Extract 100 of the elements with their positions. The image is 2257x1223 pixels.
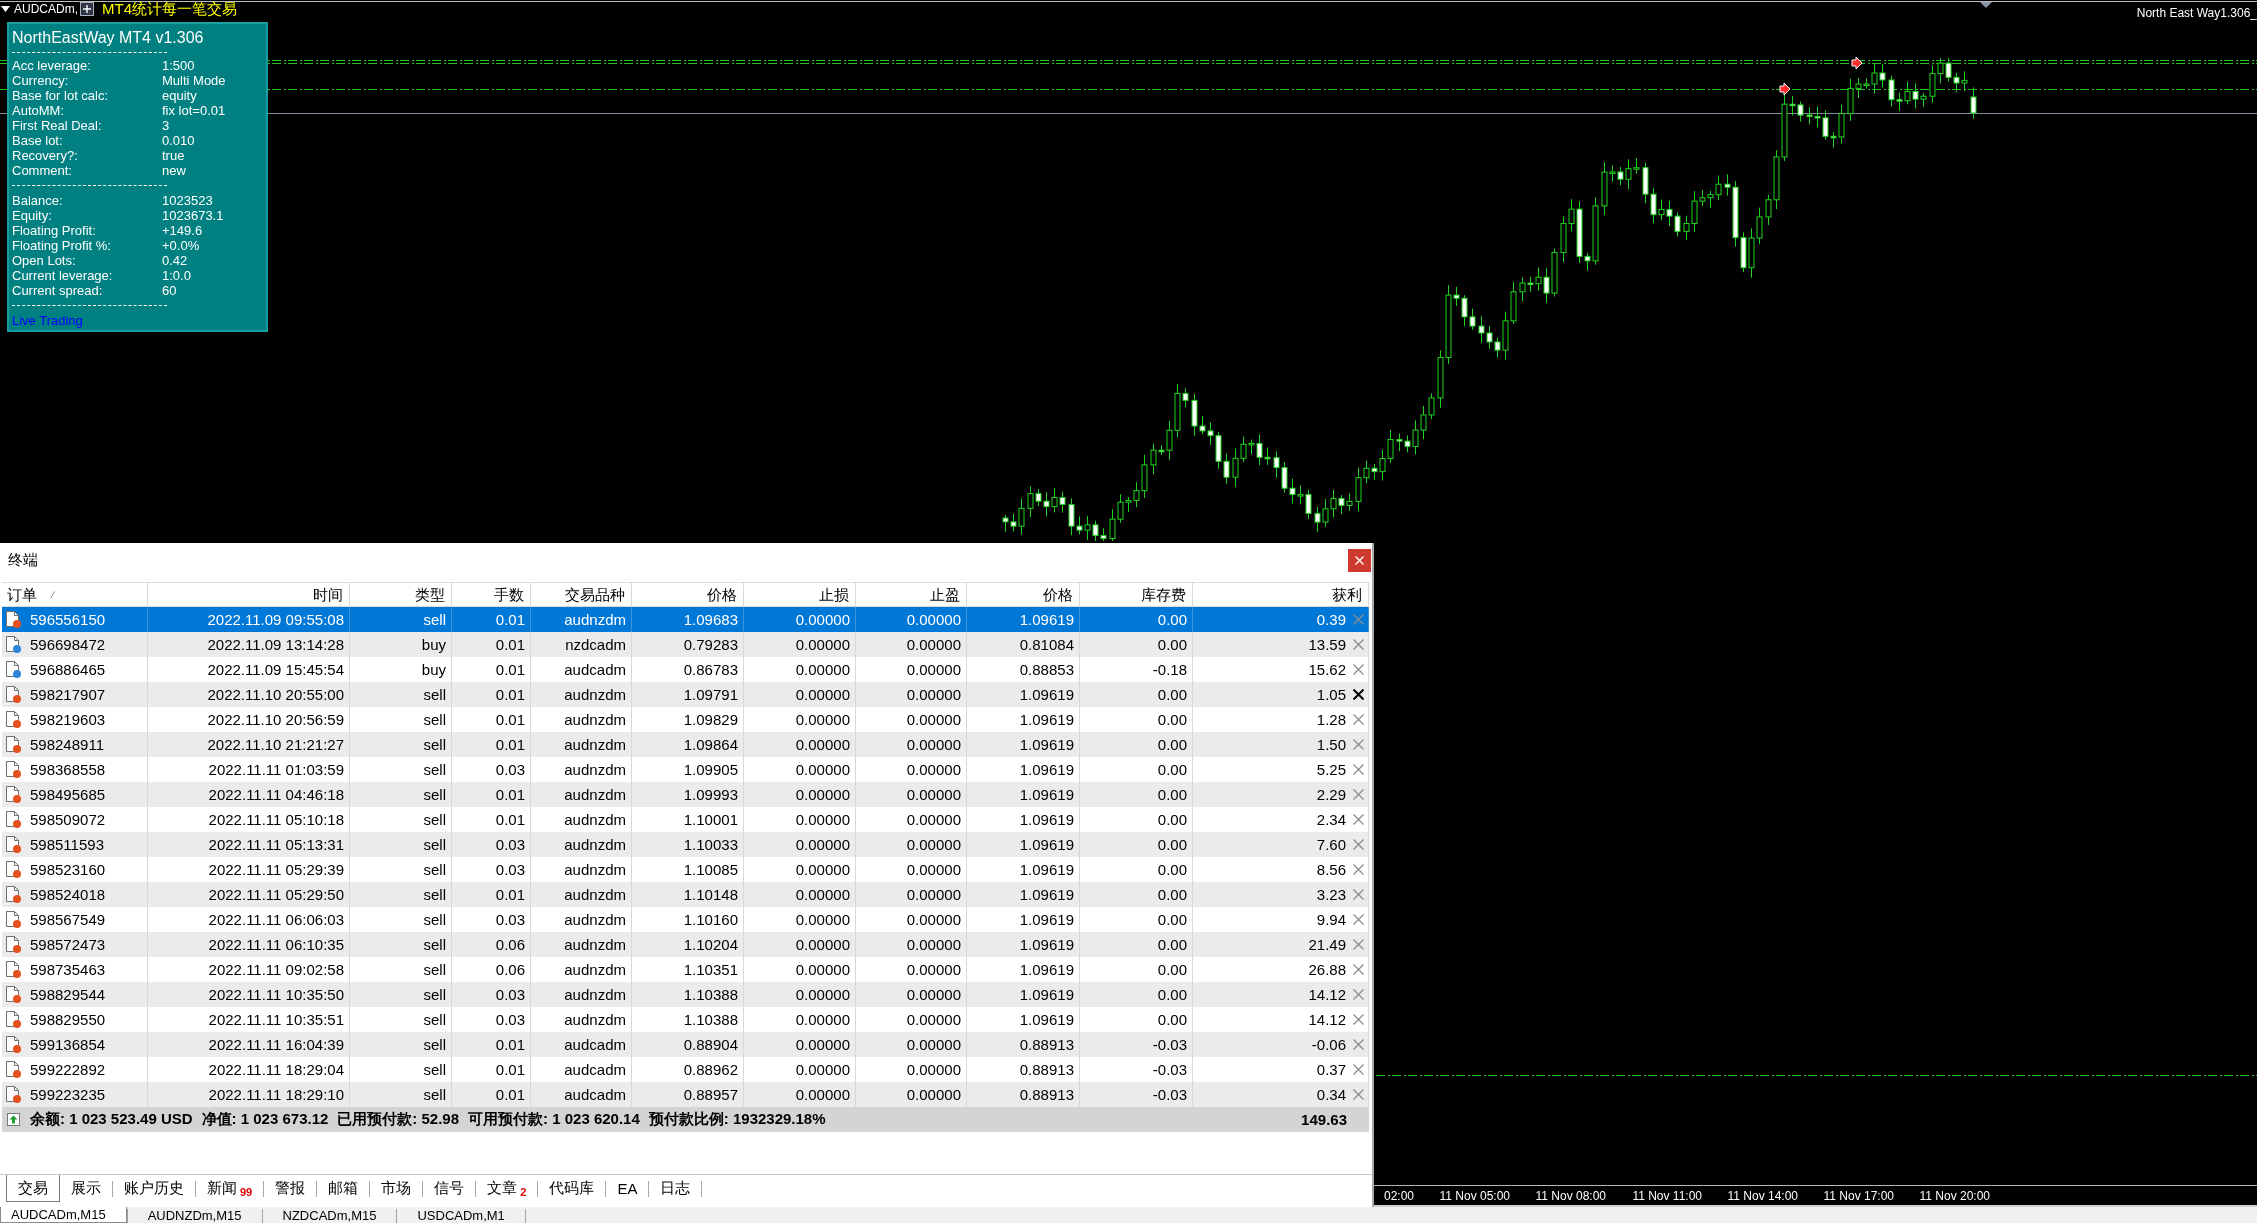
table-cell-text: 0.34 xyxy=(1316,1085,1346,1105)
column-header[interactable]: 获利 xyxy=(1193,583,1369,606)
stat-value: 1:0.0 xyxy=(162,268,192,283)
chart-tab[interactable]: AUDCADm,M15 xyxy=(0,1207,127,1223)
unread-count: 99 xyxy=(240,1186,253,1198)
terminal-tab[interactable]: 代码库 xyxy=(538,1175,606,1202)
stat-label: Equity: xyxy=(12,208,53,223)
table-cell-text: 1.05 xyxy=(1316,685,1346,705)
table-cell-text: 598248911 xyxy=(30,735,104,755)
stat-label: Floating Profit %: xyxy=(12,238,112,253)
table-row[interactable]: 598524018 2022.11.11 05:29:50 sell 0.01 audnzdm 1.10148 0.00000 0.00000 1.09619 0.00 3.23 xyxy=(2,882,1369,907)
stat-value: 1023523 xyxy=(162,193,214,208)
table-cell-text: 2.29 xyxy=(1316,785,1346,805)
table-cell-text: 1.50 xyxy=(1316,735,1346,755)
summary-text: 净值: 1 023 673.12 xyxy=(201,1110,329,1129)
axis-label: 11 Nov 17:00 xyxy=(1822,1188,1894,1203)
setting-label: Recovery?: xyxy=(12,148,79,163)
table-row[interactable]: 598217907 2022.11.10 20:55:00 sell 0.01 audnzdm 1.09791 0.00000 0.00000 1.09619 0.00 1.05 xyxy=(2,682,1369,707)
table-row[interactable]: 596698472 2022.11.09 13:14:28 buy 0.01 nzdcadm 0.79283 0.00000 0.00000 0.81084 0.00 13.59 xyxy=(2,632,1369,657)
unread-count: 2 xyxy=(520,1186,527,1198)
column-header[interactable]: 交易品种 xyxy=(531,583,632,606)
setting-label: Currency: xyxy=(12,73,70,88)
setting-label: First Real Deal: xyxy=(12,118,103,133)
terminal-tab[interactable]: 警报 xyxy=(264,1175,317,1202)
stat-value: 0.42 xyxy=(162,253,189,268)
terminal-tab[interactable]: 信号 xyxy=(423,1175,476,1202)
terminal-tab[interactable]: 市场 xyxy=(370,1175,423,1202)
terminal-tab[interactable]: 交易 xyxy=(6,1175,60,1202)
table-row[interactable]: 598495685 2022.11.11 04:46:18 sell 0.01 audnzdm 1.09993 0.00000 0.00000 1.09619 0.00 2.29 xyxy=(2,782,1369,807)
terminal-tab[interactable]: 账户历史 xyxy=(113,1175,195,1202)
table-cell-text: 598511593 xyxy=(30,835,104,855)
table-row[interactable]: 598829544 2022.11.11 10:35:50 sell 0.03 audnzdm 1.10388 0.00000 0.00000 1.09619 0.00 14.12 xyxy=(2,982,1369,1007)
column-header[interactable]: 止盈 xyxy=(856,583,967,606)
chart-symbol-label: AUDCADm, xyxy=(14,1,78,16)
caret-icon[interactable] xyxy=(1,5,10,12)
table-cell-text: 0.39 xyxy=(1316,610,1346,630)
setting-label: Base for lot calc: xyxy=(12,88,110,103)
terminal-tab[interactable]: EA xyxy=(606,1175,649,1202)
column-header[interactable]: 时间 xyxy=(148,583,350,606)
axis-label: 11 Nov 05:00 xyxy=(1438,1188,1510,1203)
setting-value: 0.010 xyxy=(162,133,196,148)
column-header[interactable]: 止损 xyxy=(744,583,856,606)
terminal-tab[interactable]: 邮箱 xyxy=(317,1175,370,1202)
terminal-tab[interactable]: 展示 xyxy=(60,1175,112,1202)
table-cell-text: 596886465 xyxy=(30,660,106,680)
table-cell-text: 21.49 xyxy=(1308,935,1346,955)
close-button[interactable] xyxy=(1348,549,1371,572)
terminal-tab[interactable]: 日志 xyxy=(649,1175,702,1202)
stat-value: 1023673.1 xyxy=(162,208,225,223)
table-cell-text: 598509072 xyxy=(30,810,106,830)
summary-text: 余额: 1 023 523.49 USD xyxy=(30,1110,193,1129)
setting-value: true xyxy=(162,148,186,163)
column-header[interactable]: 库存费 xyxy=(1080,583,1193,606)
table-cell-text: 599223235 xyxy=(30,1085,106,1105)
stat-label: Current spread: xyxy=(12,283,104,298)
arrow-marker-icon xyxy=(1851,56,1863,70)
stat-label: Current leverage: xyxy=(12,268,114,283)
close-icon[interactable] xyxy=(1353,689,1364,700)
indicator-title: MT4统计每一笔交易 xyxy=(102,0,237,17)
column-header[interactable]: 订单 xyxy=(2,583,148,606)
column-header[interactable]: 价格 xyxy=(967,583,1080,606)
expert-label: North East Way1.306_ xyxy=(2136,6,2257,20)
arrow-up-icon xyxy=(7,1113,20,1126)
setting-label: Base lot: xyxy=(12,133,64,148)
mode-label: Live Trading xyxy=(12,313,83,328)
setting-value: 3 xyxy=(162,118,171,133)
chart-tab[interactable]: AUDNZDm,M15 xyxy=(137,1207,262,1223)
table-cell-text: 598523160 xyxy=(30,860,106,880)
axis-label: 11 Nov 20:00 xyxy=(1918,1188,1990,1203)
triangle-marker-icon[interactable] xyxy=(1980,2,1992,8)
table-cell-text: 8.56 xyxy=(1316,860,1346,880)
stat-value: +149.6 xyxy=(162,223,204,238)
stat-label: Floating Profit: xyxy=(12,223,97,238)
table-row[interactable]: 598248911 2022.11.10 21:21:27 sell 0.01 audnzdm 1.09864 0.00000 0.00000 1.09619 0.00 1.50 xyxy=(2,732,1369,757)
table-cell-text: 598572473 xyxy=(30,935,106,955)
table-cell-text: 599222892 xyxy=(30,1060,106,1080)
table-row[interactable]: 599136854 2022.11.11 16:04:39 sell 0.01 audcadm 0.88904 0.00000 0.00000 0.88913 -0.03 -0.06 xyxy=(2,1032,1369,1057)
table-cell-text: 9.94 xyxy=(1316,910,1346,930)
chart-tab[interactable]: USDCADm,M1 xyxy=(407,1207,525,1223)
table-cell-text: 598567549 xyxy=(30,910,106,930)
table-row[interactable]: 599223235 2022.11.11 18:29:10 sell 0.01 audcadm 0.88957 0.00000 0.00000 0.88913 -0.03 0.34 xyxy=(2,1082,1369,1107)
table-cell-text: 1.28 xyxy=(1316,710,1346,730)
table-row[interactable]: 596556150 2022.11.09 09:55:08 sell 0.01 audnzdm 1.09683 0.00000 0.00000 1.09619 0.00 0.39 xyxy=(2,607,1369,632)
table-cell-text: 598217907 xyxy=(30,685,106,705)
chart-tab[interactable]: NZDCADm,M15 xyxy=(272,1207,397,1223)
table-cell-text: 598368558 xyxy=(30,760,106,780)
setting-label: AutoMM: xyxy=(12,103,65,118)
axis-label: 11 Nov 14:00 xyxy=(1726,1188,1798,1203)
stat-value: 60 xyxy=(162,283,178,298)
column-header[interactable]: 类型 xyxy=(350,583,452,606)
column-header[interactable]: 手数 xyxy=(452,583,531,606)
setting-value: fix lot=0.01 xyxy=(162,103,227,118)
setting-value: Multi Mode xyxy=(162,73,227,88)
setting-value: equity xyxy=(162,88,198,103)
plus-icon[interactable] xyxy=(80,1,94,16)
sort-icon xyxy=(50,590,55,599)
summary-text: 可用预付款: 1 023 620.14 xyxy=(468,1110,640,1129)
column-header[interactable]: 价格 xyxy=(632,583,744,606)
table-row[interactable]: 598511593 2022.11.11 05:13:31 sell 0.03 audnzdm 1.10033 0.00000 0.00000 1.09619 0.00 7.60 xyxy=(2,832,1369,857)
table-row[interactable]: 598572473 2022.11.11 06:10:35 sell 0.06 audnzdm 1.10204 0.00000 0.00000 1.09619 0.00 21.49 xyxy=(2,932,1369,957)
